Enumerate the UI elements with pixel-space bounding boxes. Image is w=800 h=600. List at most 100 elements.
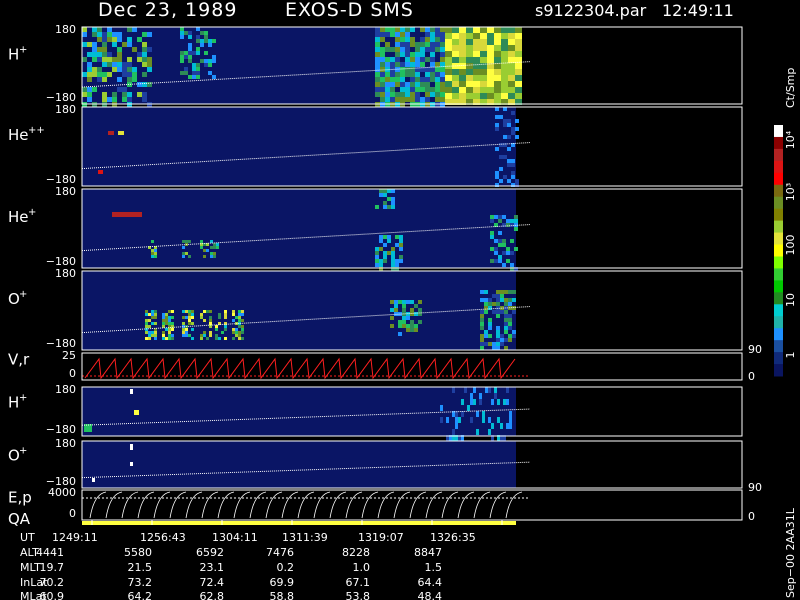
spectrogram-cell [425,97,430,102]
spectrogram-cell [440,92,445,97]
spectrogram-cell [238,316,241,319]
spectrogram-cell [399,235,403,239]
spectrogram-cell [87,72,92,77]
spectrogram-cell [375,52,380,57]
spectrogram-cell [142,42,147,47]
spectrogram-cell [154,331,157,334]
spectrogram-cell [452,429,455,435]
spectrogram-cell [420,42,425,47]
spectrogram-cell [208,39,212,43]
spectrogram-cell [87,42,92,47]
spectrogram-cell [501,45,508,51]
spectrogram-cell [501,27,508,33]
spectrogram-cell [232,337,235,340]
energy-sweep [105,491,123,519]
spectrogram-cell [500,298,504,302]
spectrogram-cell [484,290,488,294]
spectrogram-cell [390,57,395,62]
spectrogram-cell [515,119,519,123]
spectrogram-cell [506,247,510,251]
spectrogram-cell [503,119,507,123]
spectrogram-cell [165,322,168,325]
spectrogram-cell [191,316,194,319]
spectrogram-cell [390,300,394,304]
ephem-cell: 0.2 [277,561,295,574]
spectrogram-cell [473,69,480,75]
spectrogram-cell [180,51,184,55]
spectrogram-cell [509,417,512,423]
colorbar-title: Ct/Smp [784,68,797,108]
spectrogram-cell [380,97,385,102]
spectrogram-cell [402,300,406,304]
spectrogram-cell [496,330,500,334]
spectrogram-cell [147,57,152,62]
spectrogram-cell [204,35,208,39]
spectrogram-cell [488,429,491,435]
spectrogram-cell [405,87,410,92]
ephem-cell: 73.2 [128,576,153,589]
spectrogram-cell [496,310,500,314]
spectrogram-cell [92,52,97,57]
spectrogram-cell [491,423,494,429]
spectrogram-cell [209,331,212,334]
spectrogram-cell [391,201,395,205]
spectrogram-cell [235,331,238,334]
spectrogram-cell [405,67,410,72]
spectrogram-cell [208,71,212,75]
spectrogram-cell [494,251,498,255]
spectrogram-cell [430,72,435,77]
panel-label-sup: + [28,207,36,218]
spectrogram-cell [511,159,515,163]
spectrogram-cell [499,155,503,159]
spectrogram-cell [97,47,102,52]
spectrogram-cell [487,57,494,63]
y-tick-top: 180 [55,185,76,198]
spectrogram-cell [494,51,501,57]
spectrogram-cell [196,67,200,71]
spectrogram-cell [496,294,500,298]
spectrogram-cell [492,342,496,346]
spectrogram-cell [87,77,92,82]
ephem-cell: 5580 [124,546,152,559]
spectrogram-cell [466,69,473,75]
spectrogram-cell [420,27,425,32]
spectrogram-cell [415,52,420,57]
spectrogram-cell [203,331,206,334]
spectrogram-cell [459,69,466,75]
spectrogram-cell [410,42,415,47]
spectrogram-cell [430,57,435,62]
spectrogram-cell [501,39,508,45]
spectrogram-cell [480,290,484,294]
spectrogram-cell [410,62,415,67]
spectrogram-cell [500,294,504,298]
spectrogram-cell [385,27,390,32]
spectrogram-cell [154,255,157,258]
spectrogram-cell [117,47,122,52]
spectrogram-cell [405,82,410,87]
panel-label: He [8,126,29,144]
spectrogram-cell [391,255,395,259]
energy-sweep [281,491,299,519]
right-tick-top: 90 [748,481,762,494]
spectrogram-cell [117,57,122,62]
panel-label-sup: + [19,446,27,457]
spectrogram-cell [515,33,522,39]
spectrogram-cell [420,52,425,57]
spectrogram-cell [494,81,501,87]
spectrogram-cell [440,77,445,82]
spectrogram-cell [496,314,500,318]
spectrogram-cell [410,97,415,102]
spectrogram-cell [385,32,390,37]
colorbar-swatch [774,244,783,257]
spectrogram-cell [425,72,430,77]
spectrogram-cell [425,77,430,82]
spectrogram-cell [487,39,494,45]
panels-layer [81,26,743,525]
spectrogram-cell [488,322,492,326]
spectrogram-cell [127,92,132,97]
spectrogram-cell [145,310,148,313]
spectrogram-cell [506,219,510,223]
spectrogram-cell [410,52,415,57]
spectrogram-cell [515,51,522,57]
spectrogram-cell [484,298,488,302]
